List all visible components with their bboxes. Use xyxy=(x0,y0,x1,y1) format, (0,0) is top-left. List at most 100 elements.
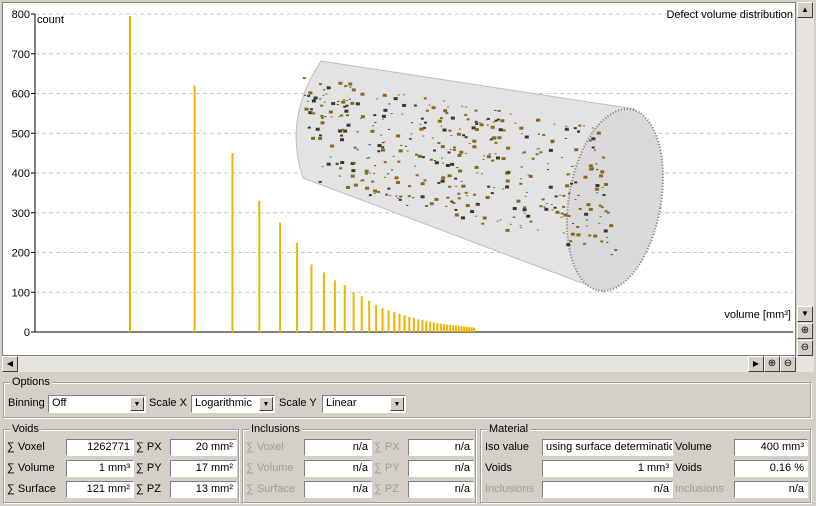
scale-x-select[interactable]: Logarithmic ▼ xyxy=(191,395,275,413)
defect-particle xyxy=(464,152,467,154)
defect-particle xyxy=(520,178,523,180)
defect-particle xyxy=(331,102,336,106)
x-axis-label: volume [mm³] xyxy=(724,309,791,321)
defect-particle xyxy=(414,165,417,167)
defect-particle xyxy=(614,249,618,252)
defect-particle xyxy=(424,204,428,207)
histogram-bar xyxy=(258,200,261,332)
histogram-bar xyxy=(231,153,234,332)
defect-particle xyxy=(475,204,478,206)
defect-particle xyxy=(547,169,550,171)
defect-particle xyxy=(569,182,573,185)
inclusions-voxel-value: n/a xyxy=(304,439,372,456)
defect-particle xyxy=(355,102,360,106)
defect-particle xyxy=(412,197,415,199)
defect-particle xyxy=(397,160,401,163)
y-tick-label: 0 xyxy=(24,327,30,339)
histogram-bar xyxy=(425,320,428,332)
defect-particle xyxy=(395,195,398,197)
chevron-down-icon[interactable]: ▼ xyxy=(390,397,404,411)
defect-particle xyxy=(304,107,309,111)
defect-particle xyxy=(455,185,458,187)
defect-particle xyxy=(572,222,575,224)
histogram-bar xyxy=(432,322,435,332)
histogram-bar xyxy=(343,285,346,332)
chevron-down-icon[interactable]: ▼ xyxy=(130,397,144,411)
horizontal-scrollbar[interactable]: ◀ ▶ ⊕ ⊖ xyxy=(2,356,814,372)
defect-particle xyxy=(423,121,427,124)
defect-particle xyxy=(413,104,417,107)
voids-volume-value: 1 mm³ xyxy=(66,460,134,477)
zoom-in-x-button[interactable]: ⊕ xyxy=(764,356,780,372)
defect-particle xyxy=(539,205,543,208)
defect-particle xyxy=(322,94,325,96)
defect-particle xyxy=(452,148,456,151)
defect-particle xyxy=(340,161,345,165)
histogram-bar xyxy=(360,296,363,332)
histogram-bar xyxy=(393,312,396,332)
defect-particle xyxy=(565,184,570,188)
defect-particle xyxy=(531,157,535,160)
inclusions-volume-label: ∑ Volume xyxy=(246,462,294,474)
defect-particle xyxy=(441,162,444,164)
defect-particle xyxy=(466,118,470,121)
scale-y-select[interactable]: Linear ▼ xyxy=(322,395,406,413)
defect-particle xyxy=(370,129,375,133)
chevron-down-icon[interactable]: ▼ xyxy=(259,397,273,411)
defect-particle xyxy=(343,99,346,101)
histogram-bar xyxy=(193,85,196,332)
defect-particle xyxy=(588,139,592,142)
defect-particle xyxy=(482,158,485,160)
histogram-bar xyxy=(381,308,384,332)
defect-particle xyxy=(387,128,390,130)
histogram-bar xyxy=(449,324,452,332)
defect-particle xyxy=(529,220,533,223)
y-tick-label: 500 xyxy=(12,128,30,140)
defect-particle xyxy=(344,109,349,113)
defect-particle xyxy=(567,215,571,218)
defect-particle xyxy=(488,153,491,155)
defect-particle xyxy=(475,215,478,217)
vertical-scrollbar[interactable]: ▲ ▼ xyxy=(797,2,814,322)
defect-particle xyxy=(492,136,497,140)
defect-particle xyxy=(404,145,407,147)
defect-particle xyxy=(396,134,401,138)
scroll-up-button[interactable]: ▲ xyxy=(797,2,813,18)
defect-particle xyxy=(543,206,546,208)
defect-particle xyxy=(600,170,605,174)
histogram-bar xyxy=(460,326,463,332)
defect-particle xyxy=(497,109,501,112)
defect-particle xyxy=(446,196,450,199)
defect-particle xyxy=(329,156,332,158)
defect-particle xyxy=(457,192,461,195)
scroll-down-button[interactable]: ▼ xyxy=(797,306,813,322)
binning-select[interactable]: Off ▼ xyxy=(48,395,146,413)
material-inclusions-value: n/a xyxy=(542,481,673,498)
scroll-left-button[interactable]: ◀ xyxy=(2,356,18,372)
defect-particle xyxy=(382,93,387,97)
histogram-bar xyxy=(412,318,415,332)
defect-particle xyxy=(345,185,350,189)
defect-particle xyxy=(506,146,511,150)
zoom-out-icon: ⊖ xyxy=(783,358,793,369)
zoom-out-x-button[interactable]: ⊖ xyxy=(780,356,796,372)
histogram-plot[interactable]: 0 100 200 300 400 500 600 700 800 count Defect v… xyxy=(2,2,796,356)
voids-px-label: ∑ PX xyxy=(136,441,162,453)
defect-particle xyxy=(494,119,498,122)
zoom-out-y-button[interactable]: ⊖ xyxy=(797,340,813,356)
scroll-right-button[interactable]: ▶ xyxy=(748,356,764,372)
defect-particle xyxy=(410,133,413,135)
zoom-in-y-button[interactable]: ⊕ xyxy=(797,323,813,339)
arrow-right-icon: ▶ xyxy=(752,359,760,368)
defect-particle xyxy=(326,162,331,166)
defect-particle xyxy=(507,171,511,174)
defect-particle xyxy=(398,198,402,201)
defect-particle xyxy=(470,210,475,214)
scale-y-label: Scale Y xyxy=(279,397,317,409)
defect-particle xyxy=(340,114,344,117)
defect-particle xyxy=(420,117,424,120)
defect-particle xyxy=(466,195,469,197)
defect-particle xyxy=(539,151,543,154)
defect-particle xyxy=(591,146,595,149)
histogram-bar xyxy=(468,327,471,332)
